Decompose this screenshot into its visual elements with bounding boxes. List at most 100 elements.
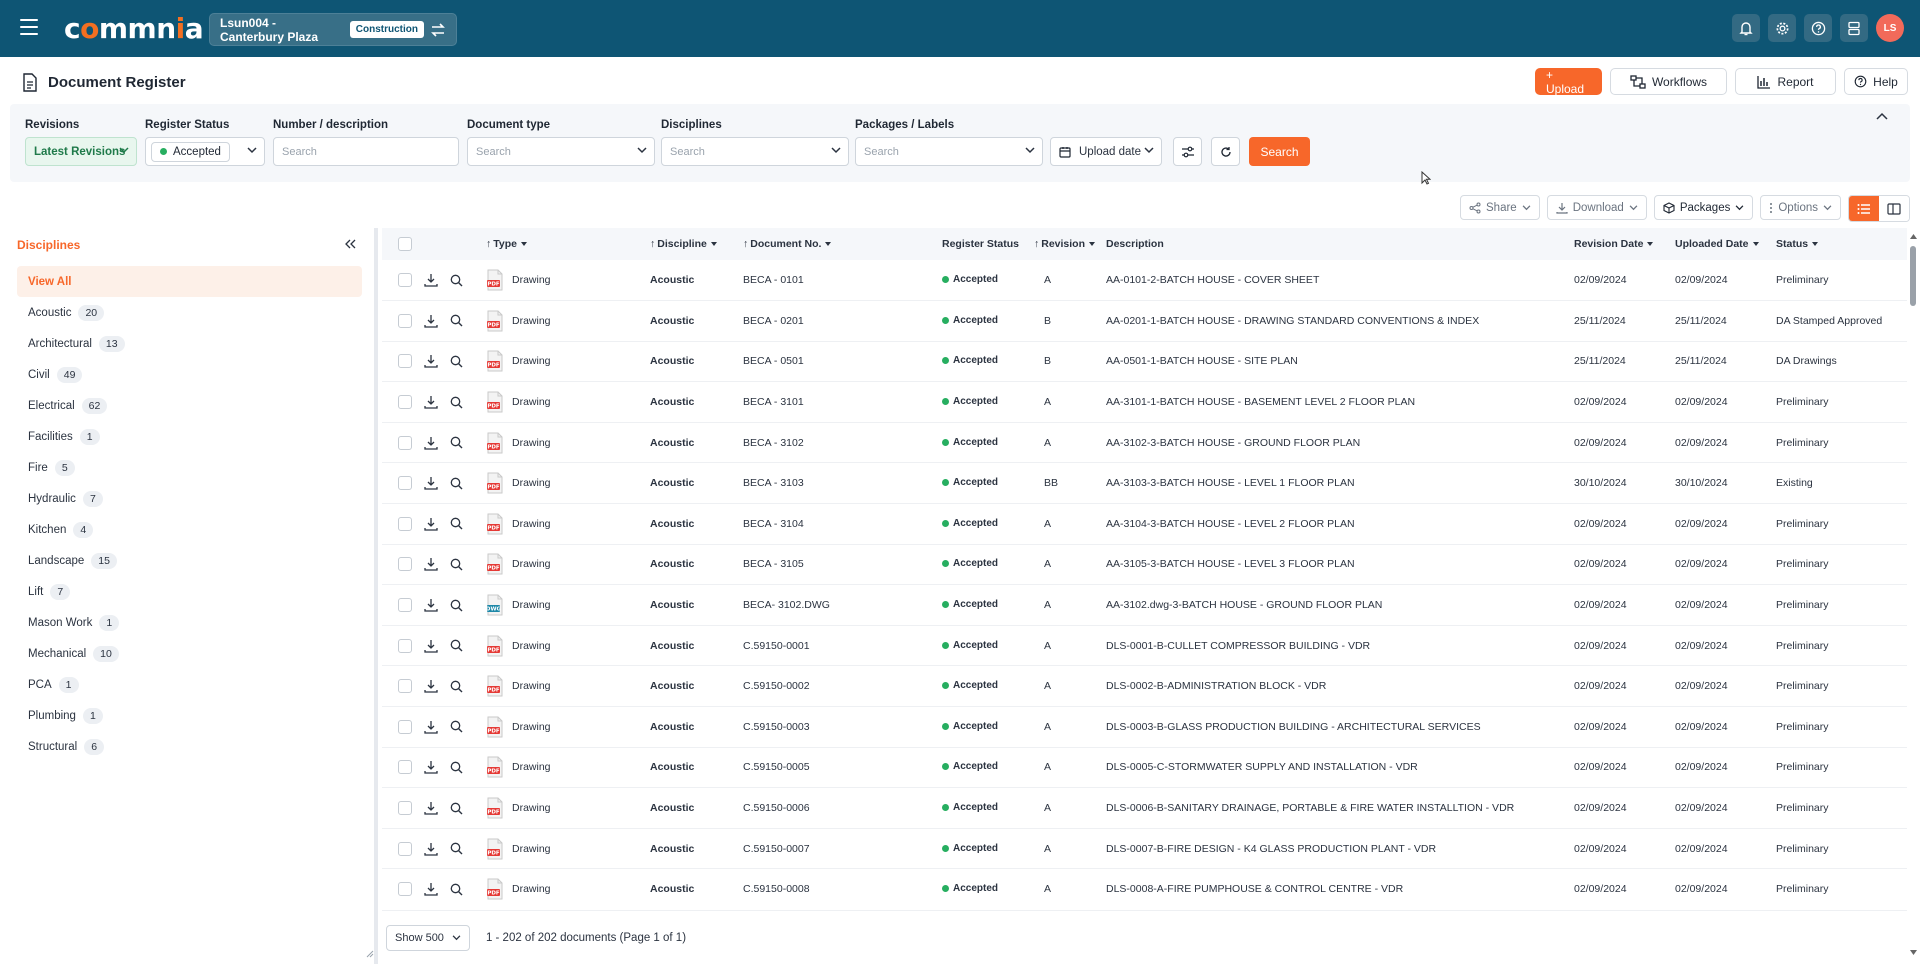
document-no-cell[interactable]: BECA - 0501 [743, 341, 942, 382]
server-icon[interactable] [1840, 14, 1868, 42]
sidebar-item-hydraulic[interactable]: Hydraulic 7 [17, 483, 362, 514]
download-icon[interactable] [424, 517, 438, 531]
sidebar-item-architectural[interactable]: Architectural 13 [17, 328, 362, 359]
table-row[interactable]: PDF Drawing Acoustic BECA - 3105 Accepted A AA… [382, 544, 1907, 585]
table-row[interactable]: PDF Drawing Acoustic C.59150-0002 Accepted A D… [382, 666, 1907, 707]
search-icon[interactable] [450, 802, 463, 815]
search-icon[interactable] [450, 720, 463, 733]
document-no-cell[interactable]: C.59150-0001 [743, 625, 942, 666]
row-checkbox[interactable] [398, 638, 412, 653]
row-checkbox[interactable] [398, 882, 412, 897]
row-checkbox[interactable] [398, 435, 412, 450]
reset-filters-button[interactable] [1211, 137, 1240, 166]
download-icon[interactable] [424, 842, 438, 856]
sidebar-item-pca[interactable]: PCA 1 [17, 669, 362, 700]
search-icon[interactable] [450, 436, 463, 449]
user-avatar[interactable]: LS [1876, 14, 1904, 42]
table-row[interactable]: PDF Drawing Acoustic C.59150-0005 Accepted A D… [382, 747, 1907, 788]
column-header-register-status[interactable]: Register Status [942, 228, 1034, 260]
scroll-up-icon[interactable] [1910, 234, 1917, 239]
scroll-down-icon[interactable] [1910, 950, 1917, 955]
row-checkbox[interactable] [398, 516, 412, 531]
column-header-type[interactable]: ↑ Type [486, 228, 650, 260]
sidebar-item-fire[interactable]: Fire 5 [17, 452, 362, 483]
table-row[interactable]: PDF Drawing Acoustic BECA - 3103 Accepted BB A… [382, 463, 1907, 504]
document-no-cell[interactable]: C.59150-0005 [743, 747, 942, 788]
row-checkbox[interactable] [398, 354, 412, 369]
download-icon[interactable] [424, 720, 438, 734]
download-icon[interactable] [424, 557, 438, 572]
column-header-document-no[interactable]: ↑ Document No. [743, 228, 942, 260]
download-icon[interactable] [424, 476, 438, 490]
download-icon[interactable] [424, 639, 438, 653]
search-icon[interactable] [450, 558, 463, 571]
help-button[interactable]: Help [1844, 68, 1908, 95]
search-icon[interactable] [450, 639, 463, 652]
column-header-uploaded-date[interactable]: Uploaded Date [1675, 228, 1776, 260]
row-checkbox[interactable] [398, 801, 412, 816]
column-header-discipline[interactable]: ↑ Discipline [650, 228, 743, 260]
table-row[interactable]: PDF Drawing Acoustic BECA - 0201 Accepted B AA… [382, 301, 1907, 342]
resize-handle-icon[interactable] [366, 950, 374, 958]
table-row[interactable]: PDF Drawing Acoustic C.59150-0007 Accepted A D… [382, 828, 1907, 869]
download-icon[interactable] [424, 598, 438, 612]
disciplines-select[interactable]: Search [661, 137, 849, 166]
column-header-status[interactable]: Status [1776, 228, 1907, 260]
select-all-checkbox[interactable] [398, 237, 412, 251]
row-checkbox[interactable] [398, 557, 412, 572]
search-icon[interactable] [450, 477, 463, 490]
sidebar-item-structural[interactable]: Structural 6 [17, 731, 362, 762]
download-button[interactable]: Download [1546, 195, 1647, 220]
list-view-icon[interactable] [1849, 196, 1879, 221]
document-type-select[interactable]: Search [467, 137, 655, 166]
table-row[interactable]: PDF Drawing Acoustic BECA - 3102 Accepted A AA… [382, 422, 1907, 463]
table-row[interactable]: PDF Drawing Acoustic C.59150-0001 Accepted A D… [382, 625, 1907, 666]
document-no-cell[interactable]: BECA - 3105 [743, 544, 942, 585]
search-icon[interactable] [450, 355, 463, 368]
document-no-cell[interactable]: BECA - 3101 [743, 382, 942, 423]
row-checkbox[interactable] [398, 395, 412, 410]
search-icon[interactable] [450, 517, 463, 530]
share-button[interactable]: Share [1460, 195, 1540, 220]
table-row[interactable]: PDF Drawing Acoustic BECA - 3104 Accepted A AA… [382, 504, 1907, 545]
download-icon[interactable] [424, 314, 438, 328]
document-no-cell[interactable]: BECA - 0101 [743, 260, 942, 301]
sidebar-item-acoustic[interactable]: Acoustic 20 [17, 297, 362, 328]
workflows-button[interactable]: Workflows [1610, 68, 1727, 95]
column-header-revision[interactable]: ↑ Revision [1034, 228, 1106, 260]
document-no-cell[interactable]: BECA - 3104 [743, 504, 942, 545]
row-checkbox[interactable] [398, 719, 412, 734]
menu-icon[interactable] [20, 19, 38, 37]
vertical-scrollbar[interactable] [1907, 228, 1920, 964]
sidebar-item-lift[interactable]: Lift 7 [17, 576, 362, 607]
revisions-select[interactable]: Latest Revisions [25, 137, 137, 166]
search-icon[interactable] [450, 842, 463, 855]
number-description-input[interactable]: Search [273, 137, 459, 166]
gear-icon[interactable] [1768, 14, 1796, 42]
download-icon[interactable] [424, 882, 438, 896]
search-icon[interactable] [450, 680, 463, 693]
sidebar-item-civil[interactable]: Civil 49 [17, 359, 362, 390]
sidebar-item-landscape[interactable]: Landscape 15 [17, 545, 362, 576]
chevron-up-icon[interactable] [1876, 112, 1888, 120]
bell-icon[interactable] [1732, 14, 1760, 42]
search-button[interactable]: Search [1249, 137, 1310, 166]
download-icon[interactable] [424, 760, 438, 775]
download-icon[interactable] [424, 679, 438, 693]
document-no-cell[interactable]: C.59150-0006 [743, 788, 942, 829]
table-row[interactable]: PDF Drawing Acoustic C.59150-0008 Accepted A D… [382, 869, 1907, 908]
packages-button[interactable]: Packages [1653, 195, 1754, 220]
split-view-icon[interactable] [1879, 196, 1909, 221]
sidebar-item-mechanical[interactable]: Mechanical 10 [17, 638, 362, 669]
document-no-cell[interactable]: C.59150-0007 [743, 828, 942, 869]
sidebar-item-view-all[interactable]: View All [17, 266, 362, 297]
download-icon[interactable] [424, 273, 438, 287]
double-chevron-left-icon[interactable] [344, 239, 356, 249]
search-icon[interactable] [450, 883, 463, 896]
row-checkbox[interactable] [398, 476, 412, 491]
upload-button[interactable]: + Upload [1535, 68, 1602, 96]
report-button[interactable]: Report [1735, 68, 1836, 95]
table-row[interactable]: PDF Drawing Acoustic BECA - 3101 Accepted A AA… [382, 382, 1907, 423]
column-header-description[interactable]: Description [1106, 228, 1574, 260]
table-row[interactable]: PDF Drawing Acoustic BECA - 0101 Accepted A AA… [382, 260, 1907, 301]
